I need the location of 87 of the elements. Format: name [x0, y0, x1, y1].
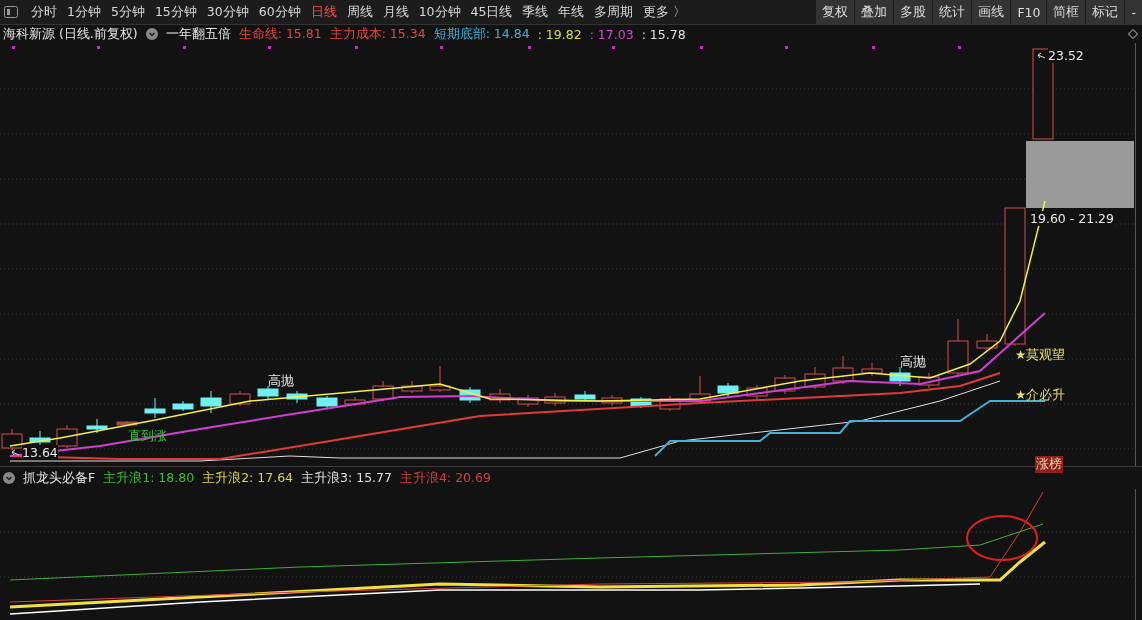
- candlestick: [804, 366, 826, 390]
- tool-button[interactable]: 画线: [972, 0, 1011, 24]
- candlestick: [56, 424, 78, 449]
- chart-label: 高抛: [268, 373, 294, 390]
- indicator-value: : 15.78: [641, 26, 686, 42]
- candlestick: [689, 375, 711, 405]
- candlestick: [601, 394, 623, 407]
- candlestick: [947, 318, 969, 377]
- indicator-value: : 19.82: [537, 26, 582, 42]
- period-tab[interactable]: 周线: [341, 1, 378, 23]
- collapse-icon[interactable]: [3, 472, 15, 484]
- indicator-value: 短期底部: 14.84: [433, 25, 530, 43]
- candlestick: [489, 388, 511, 404]
- candlestick: [116, 420, 138, 427]
- period-tab[interactable]: 日线: [305, 1, 342, 23]
- signal-label: ★莫观望: [1015, 347, 1066, 364]
- indicator-value: : 17.03: [589, 26, 634, 42]
- pointer-arrow-icon: [1036, 51, 1046, 60]
- chart-label: 高抛: [900, 354, 926, 371]
- window-icon[interactable]: [4, 6, 18, 18]
- chart-label: 23.52: [1048, 48, 1084, 63]
- candlestick: [517, 394, 539, 408]
- candlestick: [401, 380, 423, 394]
- period-tab[interactable]: 分时: [26, 1, 62, 23]
- candlestick: [86, 418, 108, 434]
- period-tab[interactable]: 10分钟: [413, 1, 466, 23]
- indicator-value: 主力成本: 15.34: [329, 25, 426, 43]
- candlestick: [630, 396, 652, 409]
- chart-label: 13.64: [22, 445, 58, 460]
- candlestick: [889, 366, 911, 387]
- candlestick: [717, 382, 739, 397]
- candlestick: [144, 397, 166, 419]
- candlestick: [544, 392, 566, 407]
- collapse-icon[interactable]: [145, 28, 158, 40]
- tool-button[interactable]: 多股: [894, 0, 933, 24]
- indicator-value: 主升浪3: 15.77: [301, 469, 392, 487]
- candlestick: [574, 390, 596, 403]
- indicator-value: 生命线: 15.81: [238, 25, 322, 43]
- candlestick: [257, 385, 279, 400]
- candlestick: [659, 395, 681, 412]
- signal-label: ★介必升: [1015, 387, 1066, 404]
- period-tab[interactable]: 更多 〉: [638, 1, 692, 23]
- period-tab[interactable]: 30分钟: [201, 1, 254, 23]
- highlight-circle: [966, 515, 1038, 561]
- indicator-value: 主升浪1: 18.80: [103, 469, 195, 487]
- period-tab[interactable]: 1分钟: [62, 1, 106, 23]
- tool-button[interactable]: 统计: [933, 0, 972, 24]
- candlestick: [976, 333, 998, 352]
- period-tab[interactable]: 季线: [517, 1, 554, 23]
- candlestick: [229, 390, 251, 407]
- tool-button[interactable]: 复权: [816, 0, 855, 24]
- tool-button[interactable]: 叠加: [855, 0, 894, 24]
- indicator-name[interactable]: 一年翻五倍: [165, 25, 231, 43]
- stock-title: 海科新源 (日线.前复权): [3, 25, 138, 43]
- period-tab[interactable]: 45日线: [465, 1, 518, 23]
- period-tab[interactable]: 多周期: [589, 1, 639, 23]
- candlestick: [918, 372, 940, 389]
- indicator-value: 主升浪4: 20.69: [400, 469, 491, 487]
- candlestick: [200, 390, 222, 414]
- chart-label: 19.60 - 21.29: [1030, 211, 1115, 226]
- tool-button[interactable]: -: [1125, 0, 1142, 24]
- candlestick: [832, 355, 854, 385]
- diamond-icon[interactable]: [1128, 29, 1138, 39]
- candlestick: [344, 396, 366, 407]
- candlestick: [459, 386, 481, 404]
- candlestick: [316, 395, 338, 409]
- limit-up-badge: 涨榜: [1035, 456, 1063, 473]
- period-tab[interactable]: 年线: [553, 1, 590, 23]
- tool-button[interactable]: 简框: [1047, 0, 1086, 24]
- candlestick: [29, 430, 51, 447]
- candlestick: [1, 428, 23, 451]
- candlestick: [429, 365, 451, 393]
- candlestick: [172, 400, 194, 412]
- indicator-value: 主升浪2: 17.64: [202, 469, 294, 487]
- candlestick: [286, 390, 308, 404]
- candlestick: [372, 380, 394, 402]
- tool-button[interactable]: 标记: [1086, 0, 1125, 24]
- tool-button[interactable]: F10: [1011, 0, 1047, 24]
- candlestick: [746, 384, 768, 400]
- period-tab[interactable]: 月线: [377, 1, 414, 23]
- period-tab[interactable]: 5分钟: [105, 1, 150, 23]
- indicator-name[interactable]: 抓龙头必备F: [23, 469, 96, 487]
- candlestick: [774, 374, 796, 395]
- candlestick: [861, 362, 883, 377]
- period-tab[interactable]: 15分钟: [149, 1, 202, 23]
- period-tab[interactable]: 60分钟: [253, 1, 306, 23]
- pointer-arrow-icon: [10, 448, 20, 457]
